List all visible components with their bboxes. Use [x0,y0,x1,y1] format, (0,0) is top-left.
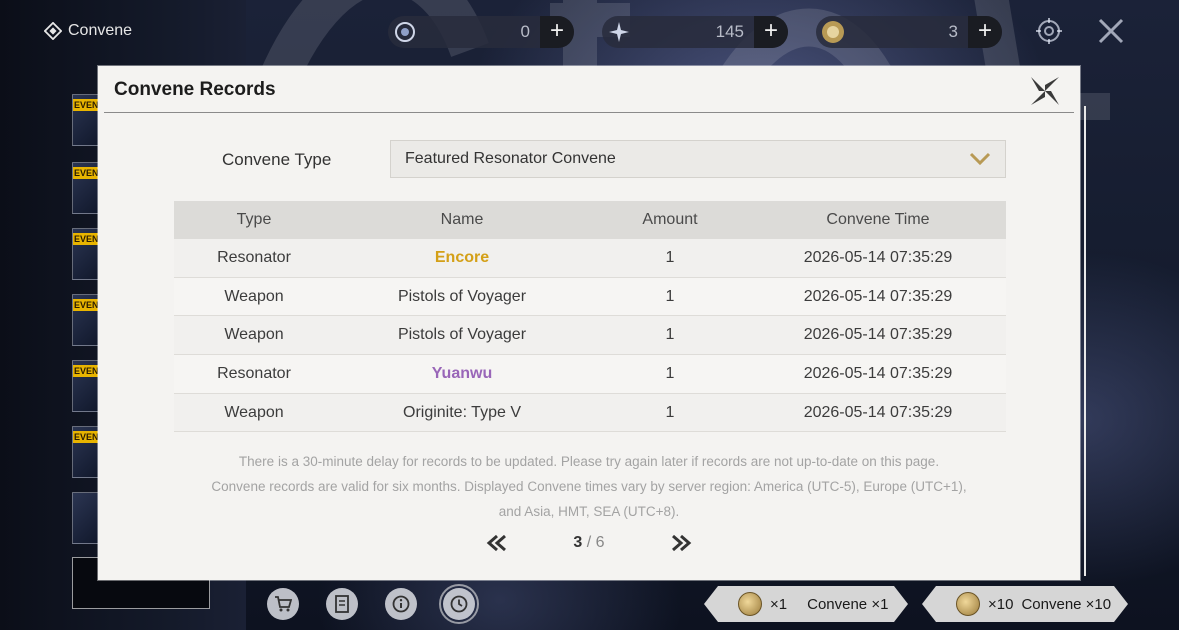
row-name: Encore [434,248,490,266]
convene-x1-label: Convene ×1 [807,595,889,613]
records-notice: There is a 30-minute delay for records t… [158,449,1020,524]
convene-x10-label: Convene ×10 [1021,595,1112,613]
astrite-icon [606,19,632,45]
column-header-name: Name [440,211,484,228]
event-tag: EVENT [73,99,101,111]
title-divider [104,112,1074,113]
current-page: 3 [573,534,583,551]
info-icon[interactable] [385,588,417,620]
row-amount: 1 [665,248,675,266]
row-type: Resonator [217,248,291,266]
column-header-type: Type [236,211,272,228]
table-row: Weapon Pistols of Voyager 1 2026-05-14 0… [174,316,1006,356]
row-amount: 1 [665,287,675,305]
table-row: Weapon Pistols of Voyager 1 2026-05-14 0… [174,277,1006,317]
convene-records-dialog: Convene Records Convene Type Featured Re… [98,66,1086,580]
convene-x1-count: ×1 [770,595,788,613]
add-lunite-button[interactable]: + [540,16,574,48]
convene-type-label: Convene Type [222,150,332,169]
total-pages: 6 [595,534,605,551]
records-table: Type Name Amount Convene Time Resonator … [174,201,1006,433]
shop-cart-icon[interactable] [267,588,299,620]
currency-forging-tide: 3 + [816,16,1002,48]
forging-tide-value: 3 [948,22,958,41]
settings-gear-icon[interactable] [1032,14,1066,48]
row-type: Resonator [217,364,291,382]
table-body: Resonator Encore 1 2026-05-14 07:35:29 W… [174,239,1006,433]
event-tag: EVENT [73,365,101,377]
row-amount: 1 [665,326,675,344]
table-row: Resonator Encore 1 2026-05-14 07:35:29 [174,239,1006,278]
row-amount: 1 [665,364,675,382]
row-name: Pistols of Voyager [397,287,527,305]
event-tag: EVENT [73,167,101,179]
next-page-icon[interactable] [669,534,693,552]
convene-x10-button[interactable]: ×10 Convene ×10 [922,586,1128,622]
notice-line: There is a 30-minute delay for records t… [238,454,940,469]
record-book-icon[interactable] [326,588,358,620]
currency-lunite: 0 + [388,16,574,48]
pagination: 3 / 6 [98,534,1080,552]
previous-page-icon[interactable] [485,534,509,552]
row-time: 2026-05-14 07:35:29 [803,364,953,382]
convene-brand: Convene [44,22,132,40]
column-header-amount: Amount [642,211,698,228]
dialog-title: Convene Records [114,79,276,100]
event-tag: EVENT [73,431,101,443]
row-type: Weapon [224,287,284,305]
row-amount: 1 [665,403,675,421]
history-clock-icon[interactable] [439,584,479,624]
close-icon[interactable] [1028,74,1062,108]
event-tag: EVENT [73,233,101,245]
row-type: Weapon [224,326,284,344]
page-indicator: 3 / 6 [509,534,669,552]
page-separator: / [586,534,592,551]
lunite-icon [392,19,418,45]
notice-line: Convene records are valid for six months… [211,479,967,494]
forging-tide-icon [820,19,846,45]
row-time: 2026-05-14 07:35:29 [803,248,953,266]
column-header-time: Convene Time [826,211,930,228]
exit-cross-icon[interactable] [1094,14,1128,48]
row-time: 2026-05-14 07:35:29 [803,287,953,305]
table-header: Type Name Amount Convene Time [174,201,1006,239]
row-time: 2026-05-14 07:35:29 [803,403,953,421]
table-row: Resonator Yuanwu 1 2026-05-14 07:35:29 [174,355,1006,394]
convene-type-dropdown[interactable]: Featured Resonator Convene [390,140,1006,178]
notice-line: and Asia, HMT, SEA (UTC+8). [498,504,680,519]
convene-type-selected: Featured Resonator Convene [405,150,616,167]
forging-tide-coin-icon [738,592,762,616]
brand-label: Convene [68,22,133,39]
add-forging-tide-button[interactable]: + [968,16,1002,48]
row-name: Originite: Type V [403,403,521,421]
chevron-down-icon [969,152,991,166]
convene-x1-button[interactable]: ×1 Convene ×1 [704,586,908,622]
add-astrite-button[interactable]: + [754,16,788,48]
astrite-value: 145 [715,22,744,41]
currency-astrite: 145 + [602,16,788,48]
row-name: Pistols of Voyager [397,326,527,344]
event-tag: EVENT [73,299,101,311]
forging-tide-coin-icon [956,592,980,616]
row-type: Weapon [224,403,284,421]
lunite-value: 0 [520,22,530,41]
table-row: Weapon Originite: Type V 1 2026-05-14 07… [174,393,1006,433]
row-name: Yuanwu [431,364,493,382]
dialog-edge-decoration [1074,106,1086,576]
convene-x10-count: ×10 [988,595,1014,613]
convene-logo-icon [44,22,62,40]
row-time: 2026-05-14 07:35:29 [803,326,953,344]
